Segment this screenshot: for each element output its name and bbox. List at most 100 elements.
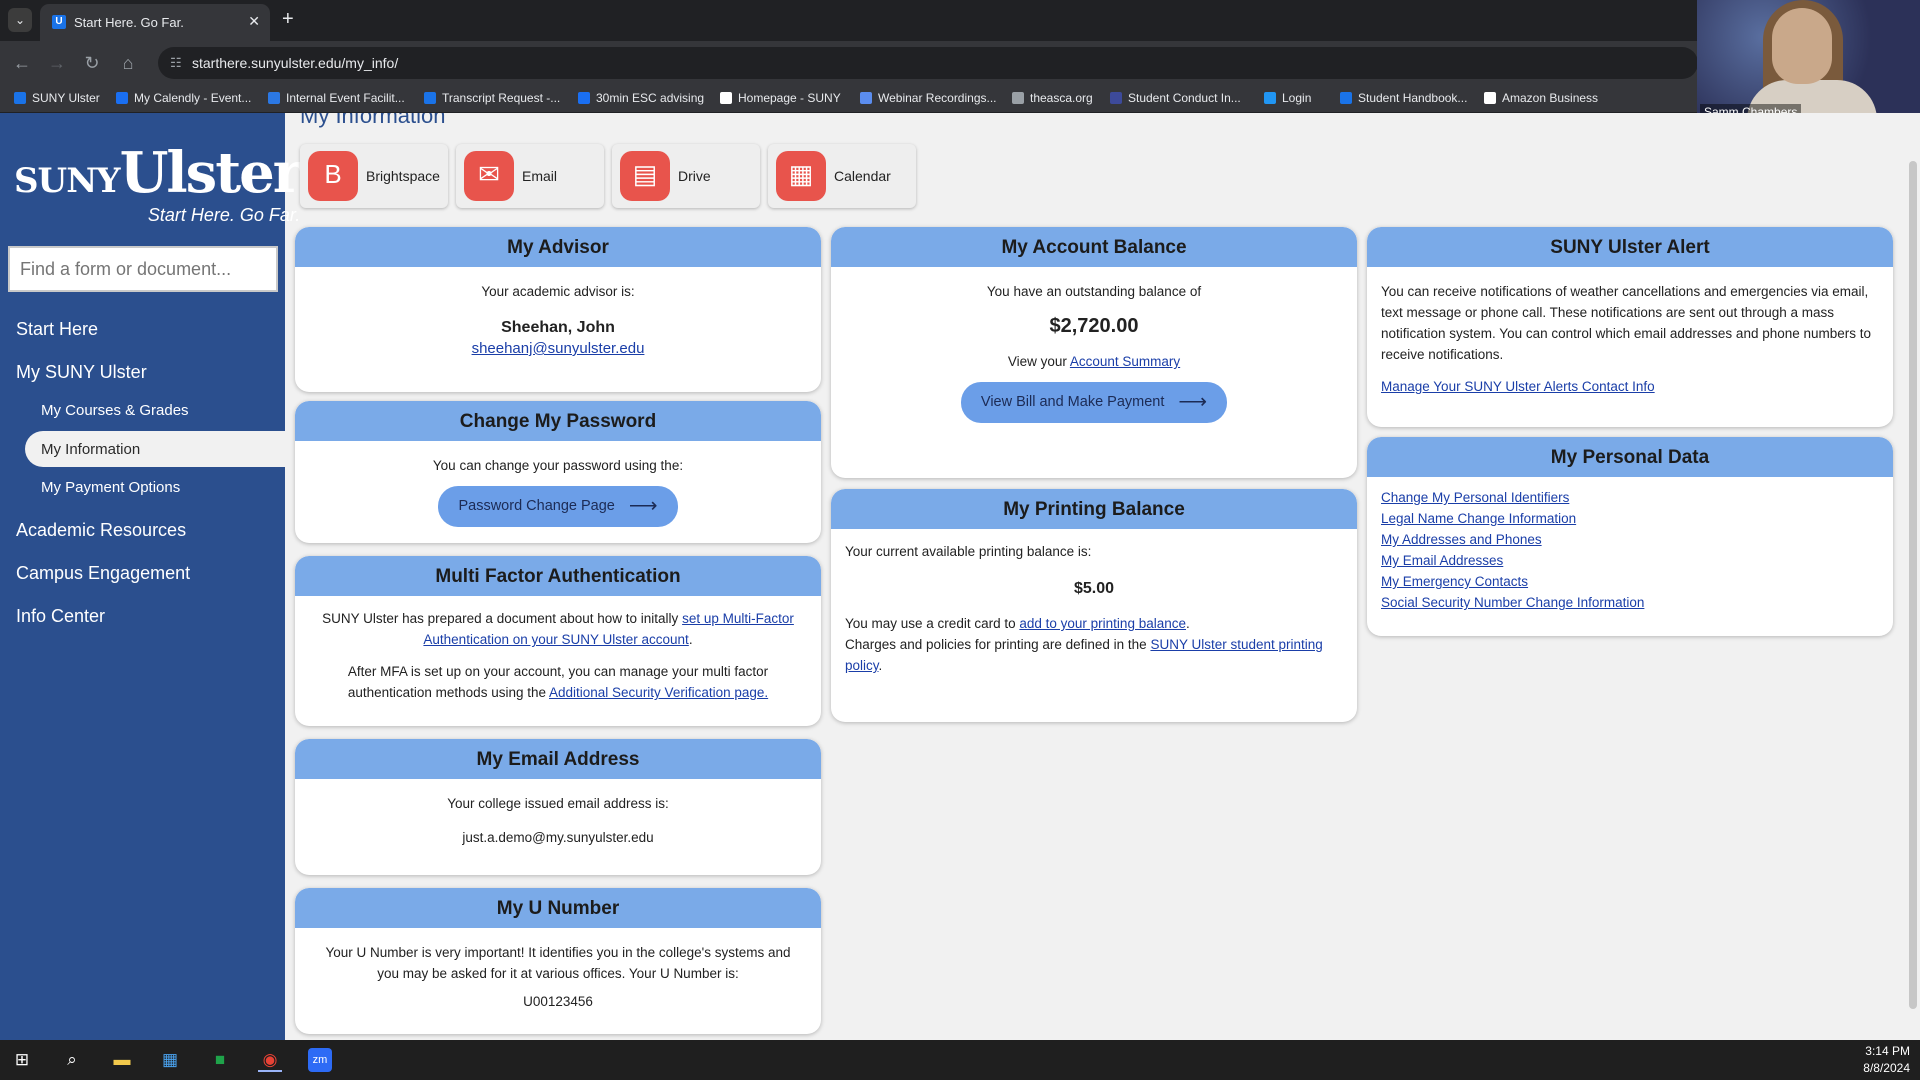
bookmark-favicon-icon: [1340, 92, 1352, 104]
nav-my-information[interactable]: My Information: [41, 441, 140, 458]
page-title: My Information: [300, 113, 446, 128]
bookmark-item[interactable]: Student Conduct In...: [1110, 91, 1241, 105]
account-balance-card: My Account Balance You have an outstandi…: [831, 227, 1357, 478]
email-address-intro: Your college issued email address is:: [447, 796, 669, 811]
addresses-phones-link[interactable]: My Addresses and Phones: [1381, 532, 1542, 547]
printing-balance-card: My Printing Balance Your current availab…: [831, 489, 1357, 722]
scrollbar-thumb[interactable]: [1909, 161, 1917, 1009]
page-content: SUNYUlster Start Here. Go Far. Start Her…: [0, 113, 1920, 1040]
bookmark-label: Transcript Request -...: [442, 91, 561, 105]
nav-my-payment-options[interactable]: My Payment Options: [41, 479, 180, 496]
page-scrollbar[interactable]: [1906, 113, 1920, 1040]
close-tab-icon[interactable]: ✕: [248, 13, 260, 30]
view-bill-button[interactable]: View Bill and Make Payment ⟶: [960, 382, 1228, 423]
personal-identifiers-link[interactable]: Change My Personal Identifiers: [1381, 490, 1569, 505]
bookmark-item[interactable]: Webinar Recordings...: [860, 91, 997, 105]
bookmark-label: 30min ESC advising: [596, 91, 705, 105]
ssn-change-link[interactable]: Social Security Number Change Informatio…: [1381, 595, 1644, 610]
advisor-email-link[interactable]: sheehanj@sunyulster.edu: [472, 340, 645, 357]
alert-card: SUNY Ulster Alert You can receive notifi…: [1367, 227, 1893, 427]
u-number-title: My U Number: [295, 888, 821, 928]
email-address-card: My Email Address Your college issued ema…: [295, 739, 821, 875]
bookmark-favicon-icon: [1264, 92, 1276, 104]
advisor-intro: Your academic advisor is:: [481, 284, 635, 299]
tab-title: Start Here. Go Far.: [74, 15, 184, 30]
brightspace-app-button[interactable]: B Brightspace: [300, 144, 448, 208]
suny-ulster-logo[interactable]: SUNYUlster Start Here. Go Far.: [14, 145, 302, 226]
personal-data-title: My Personal Data: [1367, 437, 1893, 477]
bookmark-favicon-icon: [14, 92, 26, 104]
windows-taskbar: ⊞ ⌕ ▬ ▦ ■ ◉ zm 3:14 PM 8/8/2024: [0, 1040, 1920, 1080]
tab-strip: ⌄ U Start Here. Go Far. ✕ +: [0, 0, 1920, 41]
tab-search-button[interactable]: ⌄: [8, 8, 32, 32]
emergency-contacts-link[interactable]: My Emergency Contacts: [1381, 574, 1528, 589]
bookmark-item[interactable]: Login: [1264, 91, 1311, 105]
home-icon[interactable]: ⌂: [116, 51, 140, 75]
balance-amount: $2,720.00: [1049, 315, 1139, 337]
back-icon[interactable]: ←: [10, 51, 34, 75]
advisor-name: Sheehan, John: [501, 319, 615, 336]
printing-intro: Your current available printing balance …: [845, 544, 1092, 559]
chrome-icon[interactable]: ◉: [258, 1048, 282, 1072]
new-tab-button[interactable]: +: [282, 8, 294, 31]
bookmark-favicon-icon: [860, 92, 872, 104]
calculator-icon[interactable]: ▦: [158, 1048, 182, 1072]
suny-favicon-icon: U: [52, 15, 66, 29]
search-icon[interactable]: ⌕: [60, 1048, 84, 1072]
sidebar: SUNYUlster Start Here. Go Far. Start Her…: [0, 113, 302, 1040]
account-summary-link[interactable]: Account Summary: [1070, 354, 1180, 369]
alert-title: SUNY Ulster Alert: [1367, 227, 1893, 267]
email-address-value: just.a.demo@my.sunyulster.edu: [462, 830, 654, 845]
bookmark-item[interactable]: Transcript Request -...: [424, 91, 560, 105]
nav-campus-engagement[interactable]: Campus Engagement: [16, 563, 190, 584]
email-app-button[interactable]: ✉ Email: [456, 144, 604, 208]
calendar-app-button[interactable]: ▦ Calendar: [768, 144, 916, 208]
address-bar[interactable]: ☷ starthere.sunyulster.edu/my_info/: [158, 47, 1698, 79]
nav-info-center[interactable]: Info Center: [16, 606, 105, 627]
chat-app-icon[interactable]: ■: [208, 1048, 232, 1072]
legal-name-change-link[interactable]: Legal Name Change Information: [1381, 511, 1576, 526]
system-clock[interactable]: 3:14 PM 8/8/2024: [1863, 1043, 1910, 1077]
reload-icon[interactable]: ↻: [80, 51, 104, 75]
bookmark-item[interactable]: Internal Event Facilit...: [268, 91, 405, 105]
security-verification-link[interactable]: Additional Security Verification page.: [549, 685, 768, 700]
balance-intro: You have an outstanding balance of: [986, 284, 1202, 299]
bookmark-label: Student Handbook...: [1358, 91, 1468, 105]
advisor-title: My Advisor: [295, 227, 821, 267]
nav-start-here[interactable]: Start Here: [16, 319, 98, 340]
u-number-card: My U Number Your U Number is very import…: [295, 888, 821, 1034]
nav-academic-resources[interactable]: Academic Resources: [16, 520, 186, 541]
bookmark-item[interactable]: 30min ESC advising: [578, 91, 704, 105]
zoom-icon[interactable]: zm: [308, 1048, 332, 1072]
drive-app-button[interactable]: ▤ Drive: [612, 144, 760, 208]
forward-icon[interactable]: →: [45, 51, 69, 75]
search-input[interactable]: [8, 246, 278, 292]
password-card: Change My Password You can change your p…: [295, 401, 821, 543]
password-change-button[interactable]: Password Change Page ⟶: [438, 486, 678, 527]
nav-my-courses-grades[interactable]: My Courses & Grades: [41, 402, 189, 419]
bookmark-item[interactable]: theasca.org: [1012, 91, 1093, 105]
nav-my-suny-ulster[interactable]: My SUNY Ulster: [16, 362, 147, 383]
add-printing-balance-link[interactable]: add to your printing balance: [1019, 616, 1186, 631]
site-info-icon[interactable]: ☷: [170, 55, 182, 71]
browser-tab[interactable]: U Start Here. Go Far. ✕: [40, 4, 270, 41]
mfa-title: Multi Factor Authentication: [295, 556, 821, 596]
person-video: [1772, 8, 1832, 84]
bookmark-label: Amazon Business: [1502, 91, 1599, 105]
bookmark-label: My Calendly - Event...: [134, 91, 252, 105]
advisor-card: My Advisor Your academic advisor is: She…: [295, 227, 821, 392]
windows-start-icon[interactable]: ⊞: [10, 1048, 34, 1072]
bookmark-item[interactable]: SUNY Ulster: [14, 91, 100, 105]
arrow-right-icon: ⟶: [1178, 391, 1208, 413]
bookmark-item[interactable]: Amazon Business: [1484, 91, 1598, 105]
bookmark-item[interactable]: My Calendly - Event...: [116, 91, 251, 105]
password-title: Change My Password: [295, 401, 821, 441]
bookmark-item[interactable]: Student Handbook...: [1340, 91, 1467, 105]
email-addresses-link[interactable]: My Email Addresses: [1381, 553, 1503, 568]
bookmark-favicon-icon: [1484, 92, 1496, 104]
email-address-title: My Email Address: [295, 739, 821, 779]
manage-alerts-link[interactable]: Manage Your SUNY Ulster Alerts Contact I…: [1381, 379, 1655, 394]
bookmark-favicon-icon: [578, 92, 590, 104]
file-explorer-icon[interactable]: ▬: [110, 1048, 134, 1072]
bookmark-item[interactable]: Homepage - SUNY: [720, 91, 841, 105]
